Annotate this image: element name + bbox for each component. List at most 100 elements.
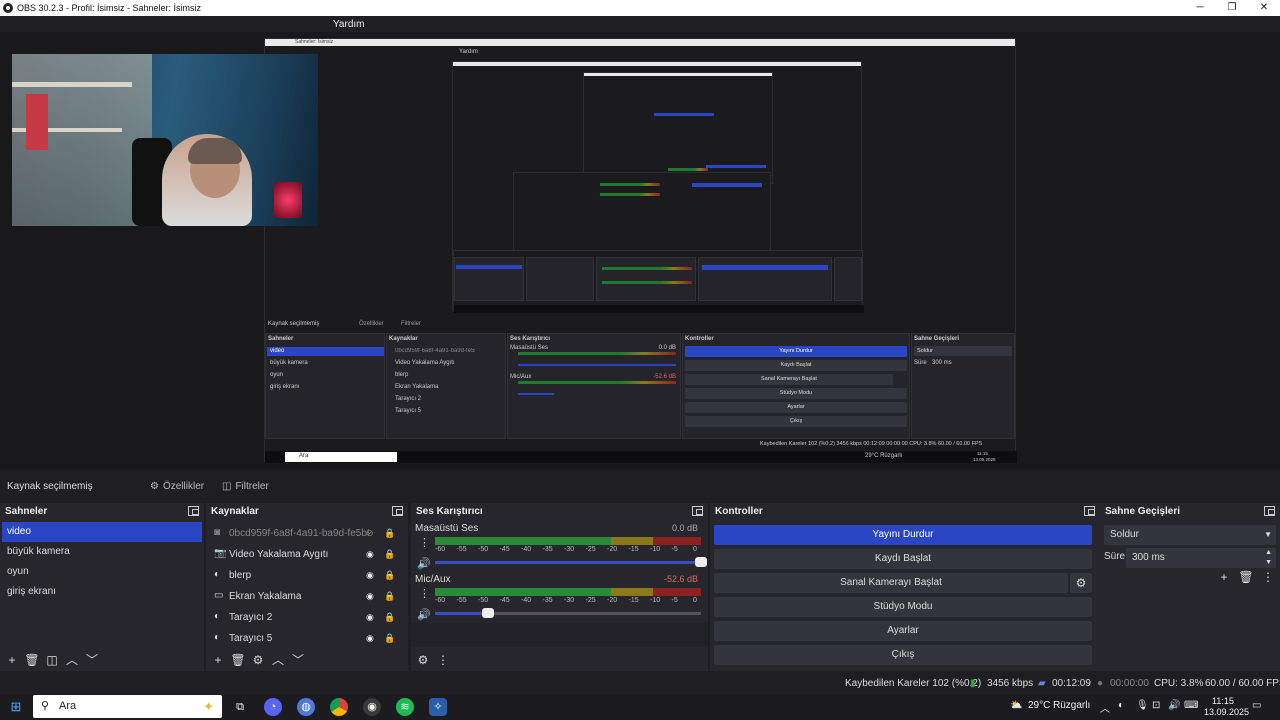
kebab-menu-icon[interactable]: ⋮	[419, 536, 430, 549]
keyboard-icon[interactable]: ⌨	[1184, 700, 1198, 711]
spin-up-icon[interactable]: ▲	[1265, 548, 1272, 557]
kebab-menu-icon[interactable]: ⋮	[435, 652, 451, 668]
source-item[interactable]: ▭ Ekran Yakalama ◉ 🔒	[214, 586, 400, 606]
source-item[interactable]: ◐ Tarayıcı 5 ◉ 🔒	[214, 628, 400, 648]
lock-icon[interactable]: 🔒	[384, 591, 395, 602]
close-button[interactable]: ✕	[1248, 0, 1280, 16]
hidden-eye-icon[interactable]: ⊘	[366, 528, 374, 539]
app-icon[interactable]: ◍	[297, 698, 315, 716]
clock-time[interactable]: 11:15	[1212, 696, 1234, 706]
nested-capture-level-3	[583, 72, 773, 184]
source-item[interactable]: ◐ blerp ◉ 🔒	[214, 565, 400, 585]
taskbar-search[interactable]: ⚲ Ara ✦	[33, 695, 222, 718]
advanced-audio-gear-icon[interactable]: ⚙	[415, 652, 431, 668]
weather-temp[interactable]: 29°C	[1028, 700, 1050, 711]
duration-spinbox[interactable]: 300 ms ▲ ▼	[1126, 548, 1276, 568]
undock-icon[interactable]	[692, 506, 703, 516]
meter-tick-label: -5	[671, 597, 678, 604]
source-item[interactable]: 📷 Video Yakalama Aygıtı ◉ 🔒	[214, 544, 400, 564]
gear-icon[interactable]: ⚙	[250, 652, 266, 668]
tray-app-icon[interactable]: ◐	[1118, 700, 1124, 711]
transition-select[interactable]: Soldur ▼	[1104, 525, 1276, 545]
add-transition-icon[interactable]: +	[1216, 569, 1232, 585]
eye-icon[interactable]: ◉	[366, 591, 374, 602]
volume-slider-handle[interactable]	[482, 608, 495, 618]
preview-canvas[interactable]: Sahneler: İsimsiz Yardım Kaynak seçilmem…	[0, 32, 1280, 470]
studio-mode-button[interactable]: Stüdyo Modu	[714, 597, 1092, 617]
discord-icon[interactable]: ◔	[264, 698, 282, 716]
minimize-button[interactable]: ─	[1184, 0, 1216, 16]
trash-icon[interactable]: 🗑	[230, 652, 246, 668]
meter-tick-label: -60	[435, 546, 446, 553]
filter-icon[interactable]: ◫	[44, 652, 60, 668]
meter-tick-label: -45	[499, 597, 510, 604]
scenes-title: Sahneler	[5, 506, 48, 517]
trash-icon[interactable]: 🗑	[1238, 569, 1254, 585]
menu-help[interactable]: Yardım	[326, 19, 372, 30]
lock-icon[interactable]: 🔒	[384, 633, 395, 644]
sources-dock: Kaynaklar ◙ 0bcd959f-6a8f-4a91-ba9d-fe5b…	[206, 503, 408, 671]
volume-slider-handle[interactable]	[695, 557, 707, 567]
stop-streaming-button[interactable]: Yayını Durdur	[714, 525, 1092, 545]
windows-start-icon[interactable]: ⊞	[7, 698, 25, 716]
spin-down-icon[interactable]: ▼	[1265, 558, 1272, 567]
lock-icon[interactable]: 🔒	[384, 612, 395, 623]
spotify-icon[interactable]: ≋	[396, 698, 414, 716]
clock-date[interactable]: 13.09.2025	[1204, 707, 1249, 717]
properties-button[interactable]: ⚙ Özellikler	[150, 476, 204, 496]
scene-item[interactable]: video	[2, 522, 202, 542]
nested-scenes-dock: Sahneler video büyük kamera oyun giriş e…	[265, 333, 385, 439]
volume-icon[interactable]: 🔊	[1168, 700, 1180, 711]
eye-icon[interactable]: ◉	[366, 633, 374, 644]
volume-slider-fill[interactable]	[435, 561, 701, 564]
exit-button[interactable]: Çıkış	[714, 645, 1092, 665]
undock-icon[interactable]	[188, 506, 199, 516]
scene-item[interactable]: giriş ekranı	[2, 582, 202, 602]
kebab-menu-icon[interactable]: ⋮	[1260, 569, 1276, 585]
network-icon[interactable]: ⊡	[1152, 700, 1160, 711]
speaker-icon[interactable]: 🔊	[417, 557, 431, 570]
chevron-down-icon[interactable]: ﹀	[84, 652, 100, 668]
restore-button[interactable]: ❐	[1216, 0, 1248, 16]
chrome-icon[interactable]	[330, 698, 348, 716]
weather-desc[interactable]: Rüzgarlı	[1053, 700, 1090, 711]
nested-capture-level-3b	[513, 172, 771, 252]
add-source-icon[interactable]: +	[210, 652, 226, 668]
meter-tick-label: -25	[585, 597, 596, 604]
source-toolbar: Kaynak seçilmemiş ⚙ Özellikler ◫ Filtrel…	[0, 474, 1280, 498]
settings-button[interactable]: Ayarlar	[714, 621, 1092, 641]
trash-icon[interactable]: 🗑	[24, 652, 40, 668]
add-scene-icon[interactable]: +	[4, 652, 20, 668]
volume-slider-track[interactable]	[488, 612, 701, 615]
start-recording-button[interactable]: Kaydı Başlat	[714, 549, 1092, 569]
scene-item[interactable]: oyun	[2, 562, 202, 582]
filters-button[interactable]: ◫ Filtreler	[222, 476, 269, 496]
undock-icon[interactable]	[392, 506, 403, 516]
eye-icon[interactable]: ◉	[366, 612, 374, 623]
notifications-icon[interactable]: ▭	[1252, 700, 1261, 711]
source-item[interactable]: ◐ Tarayıcı 2 ◉ 🔒	[214, 607, 400, 627]
chevron-up-icon[interactable]: ︿	[270, 652, 286, 668]
lock-icon[interactable]: 🔒	[384, 570, 395, 581]
kebab-menu-icon[interactable]: ⋮	[419, 587, 430, 600]
speaker-icon[interactable]: 🔊	[417, 608, 431, 621]
task-view-icon[interactable]: ⧉	[231, 698, 249, 716]
undock-icon[interactable]	[1084, 506, 1095, 516]
record-icon: ●	[1097, 678, 1104, 689]
undock-icon[interactable]	[1264, 506, 1275, 516]
eye-icon[interactable]: ◉	[366, 549, 374, 560]
chevron-down-icon[interactable]: ﹀	[290, 652, 306, 668]
lock-icon[interactable]: 🔒	[384, 549, 395, 560]
scene-item[interactable]: büyük kamera	[2, 542, 202, 562]
app-icon-2[interactable]: ✧	[429, 698, 447, 716]
chevron-up-icon[interactable]: ︿	[1100, 700, 1110, 715]
virtual-camera-settings-icon[interactable]: ⚙	[1070, 573, 1092, 593]
obs-icon[interactable]: ◉	[363, 698, 381, 716]
microphone-icon[interactable]: 🎙	[1136, 700, 1149, 711]
source-item[interactable]: ◙ 0bcd959f-6a8f-4a91-ba9d-fe5b9e48 ⊘ 🔒	[214, 523, 400, 543]
chevron-up-icon[interactable]: ︿	[64, 652, 80, 668]
volume-slider-fill[interactable]	[435, 612, 489, 615]
eye-icon[interactable]: ◉	[366, 570, 374, 581]
lock-icon[interactable]: 🔒	[384, 528, 395, 539]
start-virtual-camera-button[interactable]: Sanal Kamerayı Başlat	[714, 573, 1068, 593]
